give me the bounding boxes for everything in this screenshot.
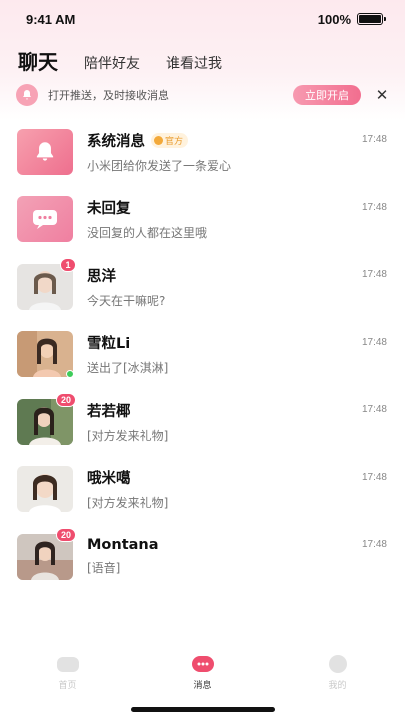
conversation-info: Montana [语音]: [87, 537, 387, 576]
avatar: 1: [17, 257, 76, 310]
home-indicator[interactable]: [131, 707, 275, 712]
avatar: 20: [17, 527, 76, 580]
avatar: 20: [17, 392, 76, 445]
conversation-info: 系统消息 官方 小米团给你发送了一条爱心: [87, 130, 387, 174]
official-tag: 官方: [151, 132, 189, 148]
conversation-row[interactable]: 20 Montana [语音] 17:48: [0, 523, 405, 591]
message-preview: 没回复的人都在这里哦: [87, 226, 208, 241]
unread-badge: 20: [55, 527, 76, 542]
avatar: [17, 128, 73, 175]
conversation-row[interactable]: 1 思洋 今天在干嘛呢? 17:48: [0, 253, 405, 321]
avatar: [17, 466, 73, 513]
unread-badge: 20: [55, 392, 76, 407]
message-preview: [对方发来礼物]: [87, 496, 169, 511]
conversation-row[interactable]: 哦米噶 [对方发来礼物] 17:48: [0, 456, 405, 524]
conversation-row[interactable]: 雪粒Li 送出了[冰淇淋] 17:48: [0, 321, 405, 389]
nav-messages-label: 消息: [193, 681, 212, 691]
avatar: [17, 331, 74, 379]
message-time: 17:48: [361, 404, 387, 415]
nav-profile[interactable]: 我的: [293, 653, 383, 691]
conversation-row[interactable]: 系统消息 官方 小米团给你发送了一条爱心 17:48: [0, 118, 405, 186]
message-time: 17:48: [361, 539, 387, 550]
conversation-info: 若若椰 [对方发来礼物]: [87, 400, 387, 444]
message-time: 17:48: [361, 201, 387, 213]
bottom-nav: 首页 消息 我的: [0, 648, 405, 696]
contact-name: 未回复: [87, 201, 131, 218]
nav-home[interactable]: 首页: [23, 653, 113, 691]
nav-messages[interactable]: 消息: [158, 653, 248, 691]
official-badge-icon: [154, 135, 163, 145]
battery-percent: 100%: [317, 11, 351, 27]
battery-icon: [357, 13, 386, 25]
conversation-info: 未回复 没回复的人都在这里哦: [87, 197, 387, 241]
tab-chat[interactable]: 聊天: [18, 48, 58, 76]
message-time: 17:48: [361, 336, 387, 348]
message-time: 17:48: [361, 134, 387, 145]
message-preview: 今天在干嘛呢?: [87, 293, 166, 308]
avatar-photo: [17, 466, 73, 513]
nav-profile-label: 我的: [328, 681, 347, 691]
message-time: 17:48: [361, 269, 387, 280]
conversation-info: 哦米噶 [对方发来礼物]: [87, 467, 387, 511]
status-time: 9:41 AM: [26, 11, 76, 27]
contact-name: Montana: [87, 537, 159, 554]
conversation-row[interactable]: 未回复 没回复的人都在这里哦 17:48: [0, 186, 405, 254]
status-right: 100%: [317, 11, 386, 27]
contact-name: 若若椰: [87, 403, 131, 420]
message-icon: [190, 653, 216, 675]
home-icon: [55, 653, 81, 675]
message-preview: [语音]: [87, 561, 121, 576]
nav-home-label: 首页: [58, 681, 77, 691]
conversation-info: 思洋 今天在干嘛呢?: [87, 265, 387, 309]
message-preview: [对方发来礼物]: [87, 428, 169, 443]
message-preview: 小米团给你发送了一条爱心: [87, 158, 232, 173]
online-status-indicator: [66, 370, 74, 379]
enable-push-button[interactable]: 立即开启: [293, 85, 361, 105]
message-preview: 送出了[冰淇淋]: [87, 361, 169, 376]
close-icon[interactable]: ✕: [375, 86, 389, 104]
conversation-row[interactable]: 20 若若椰 [对方发来礼物] 17:48: [0, 388, 405, 456]
avatar-photo: [17, 331, 73, 378]
tab-companion-friends[interactable]: 陪伴好友: [84, 52, 140, 76]
push-notice-bar: 打开推送，及时接收消息 立即开启 ✕: [10, 82, 395, 108]
notice-text: 打开推送，及时接收消息: [48, 89, 169, 102]
contact-name: 哦米噶: [87, 471, 131, 488]
status-bar: 9:41 AM 100%: [0, 0, 405, 38]
profile-icon: [325, 653, 351, 675]
bell-icon: [16, 84, 38, 106]
chat-bubble-icon: [17, 196, 73, 243]
contact-name: 思洋: [87, 268, 116, 285]
tab-who-viewed-me[interactable]: 谁看过我: [166, 52, 222, 76]
conversation-info: 雪粒Li 送出了[冰淇淋]: [87, 332, 387, 376]
official-tag-label: 官方: [165, 136, 184, 147]
contact-name: 雪粒Li: [87, 336, 131, 353]
avatar: [17, 196, 73, 243]
unread-badge: 1: [60, 257, 76, 272]
bell-icon: [17, 128, 73, 175]
contact-name: 系统消息: [87, 133, 145, 150]
conversation-list: 系统消息 官方 小米团给你发送了一条爱心 17:48 未回复 没回复的人都在这里…: [0, 118, 405, 591]
message-time: 17:48: [361, 471, 387, 483]
top-tabs: 聊天 陪伴好友 谁看过我: [18, 44, 222, 76]
